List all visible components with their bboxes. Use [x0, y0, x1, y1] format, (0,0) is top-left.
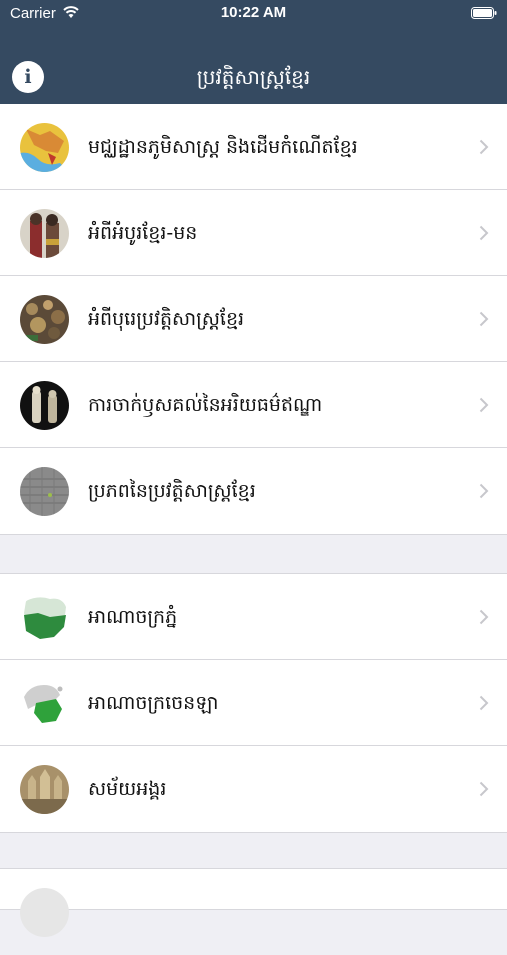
list-item-label: ការចាក់ឫសគល់នៃអរិយធម៌ឥណ្ឌា	[88, 394, 323, 416]
list-item[interactable]: អាណាចក្រចេនឡា	[0, 660, 507, 746]
chevron-right-icon	[479, 781, 489, 797]
stone-thumbnail-icon	[20, 467, 69, 516]
chevron-right-icon	[479, 139, 489, 155]
list-item-label: សម័យអង្គរ	[88, 778, 167, 800]
list-item[interactable]: សម័យអង្គរ	[0, 746, 507, 832]
chenla-map-icon	[20, 679, 69, 728]
artifacts-thumbnail-icon	[20, 295, 69, 344]
list-item-label: អំពីអំបូរខ្មែរ-មន	[88, 222, 198, 244]
list-item-label: មជ្ឈដ្ឋានភូមិសាស្ត្រ និងដើមកំណើតខ្មែរ	[88, 136, 358, 158]
chevron-right-icon	[479, 225, 489, 241]
map-thumbnail-icon	[20, 123, 69, 172]
list-item[interactable]: ប្រភពនៃប្រវត្តិសាស្ត្រខ្មែរ	[0, 448, 507, 534]
page-title: ប្រវត្តិសាស្ត្រខ្មែរ	[196, 65, 311, 89]
battery-icon	[471, 7, 497, 19]
people-thumbnail-icon	[20, 209, 69, 258]
list-item[interactable]: មជ្ឈដ្ឋានភូមិសាស្ត្រ និងដើមកំណើតខ្មែរ	[0, 104, 507, 190]
chapter-list-section-3	[0, 868, 507, 937]
list-item-label: អាណាចក្រភ្នំ	[88, 606, 178, 628]
navigation-header: Carrier 10:22 AM i ប្រវត្តិសាស្ត្រខ្មែរ	[0, 0, 507, 104]
chevron-right-icon	[479, 609, 489, 625]
chevron-right-icon	[479, 397, 489, 413]
chevron-right-icon	[479, 695, 489, 711]
info-button[interactable]: i	[12, 61, 44, 93]
chapter-list-section-2: អាណាចក្រភ្នំ អាណាចក្រចេនឡា សម័យអង្គរ	[0, 573, 507, 833]
funan-map-icon	[20, 593, 69, 642]
list-item[interactable]: អំពីអំបូរខ្មែរ-មន	[0, 190, 507, 276]
chapter-list-section-1: មជ្ឈដ្ឋានភូមិសាស្ត្រ និងដើមកំណើតខ្មែរ អំ…	[0, 104, 507, 535]
list-item[interactable]: អាណាចក្រភ្នំ	[0, 574, 507, 660]
status-bar: Carrier 10:22 AM	[0, 0, 507, 30]
status-time: 10:22 AM	[220, 4, 287, 21]
chevron-right-icon	[479, 311, 489, 327]
list-item-label: ប្រភពនៃប្រវត្តិសាស្ត្រខ្មែរ	[88, 480, 256, 502]
list-item[interactable]: ការចាក់ឫសគល់នៃអរិយធម៌ឥណ្ឌា	[0, 362, 507, 448]
list-item-label: អាណាចក្រចេនឡា	[88, 692, 219, 714]
list-item[interactable]: អំពីបុរេប្រវត្តិសាស្ត្រខ្មែរ	[0, 276, 507, 362]
thumbnail-icon	[20, 888, 69, 937]
list-item[interactable]	[0, 869, 507, 955]
statues-thumbnail-icon	[20, 381, 69, 430]
chevron-right-icon	[479, 483, 489, 499]
list-item-label: អំពីបុរេប្រវត្តិសាស្ត្រខ្មែរ	[88, 308, 245, 330]
angkor-thumbnail-icon	[20, 765, 69, 814]
